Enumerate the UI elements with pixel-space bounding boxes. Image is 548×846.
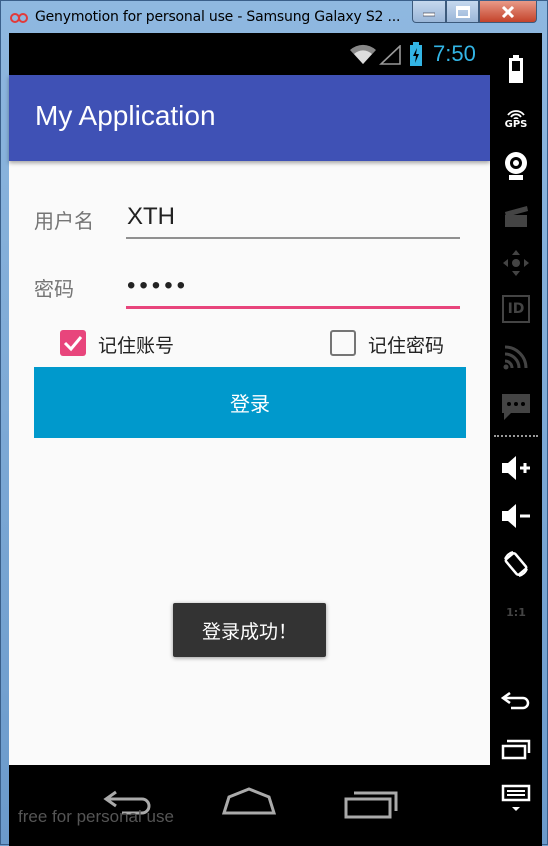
sidebar-divider: [494, 435, 538, 437]
battery-icon: [410, 42, 422, 66]
battery-icon[interactable]: [500, 53, 532, 85]
password-label: 密码: [34, 277, 74, 301]
scale-icon[interactable]: 1:1: [500, 596, 532, 628]
genymotion-logo-icon: [10, 13, 28, 23]
status-bar: 7:50: [9, 33, 490, 75]
password-input[interactable]: [126, 265, 460, 309]
sms-icon[interactable]: [500, 391, 532, 423]
emulator-sidebar: GPS ID 1:1: [490, 33, 542, 846]
rotate-icon[interactable]: [500, 548, 532, 580]
id-icon[interactable]: ID: [502, 295, 530, 323]
webcam-icon[interactable]: [500, 151, 532, 183]
maximize-button[interactable]: [446, 1, 479, 23]
dpad-icon[interactable]: [500, 247, 532, 279]
toast-message: 登录成功！: [173, 603, 326, 657]
recents-icon[interactable]: [500, 733, 532, 765]
id-label: ID: [507, 301, 525, 317]
recents-icon[interactable]: [344, 787, 400, 819]
minimize-icon: [423, 12, 435, 16]
close-icon: [501, 5, 515, 18]
gps-icon[interactable]: GPS: [500, 103, 532, 135]
remember-password-checkbox[interactable]: [330, 330, 356, 356]
window-titlebar[interactable]: Genymotion for personal use - Samsung Ga…: [1, 1, 548, 33]
status-clock: 7:50: [433, 41, 476, 66]
remember-password-label[interactable]: 记住密码: [368, 331, 444, 358]
remember-account-checkbox[interactable]: [60, 330, 86, 356]
username-input[interactable]: [126, 197, 460, 239]
username-label: 用户名: [34, 209, 94, 233]
menu-icon[interactable]: [500, 781, 532, 813]
device-frame: 7:50 My Application 用户名 密码 记住账号 记住密码 登录 …: [9, 33, 542, 846]
minimize-button[interactable]: [412, 1, 446, 23]
remember-account-label[interactable]: 记住账号: [98, 331, 174, 358]
watermark-text: free for personal use: [18, 807, 174, 826]
volume-down-icon[interactable]: [500, 500, 532, 532]
navigation-bar: free for personal use: [9, 765, 490, 846]
home-icon[interactable]: [221, 787, 277, 817]
close-button[interactable]: [479, 1, 537, 23]
signal-icon: [379, 45, 401, 65]
app-screen: My Application 用户名 密码 记住账号 记住密码 登录 登录成功！: [9, 75, 490, 765]
window-title: Genymotion for personal use - Samsung Ga…: [35, 9, 401, 25]
scale-label: 1:1: [506, 605, 526, 619]
wifi-icon: [350, 44, 376, 64]
maximize-icon: [455, 5, 470, 18]
volume-up-icon[interactable]: [500, 452, 532, 484]
app-bar: My Application: [9, 75, 490, 161]
checkmark-icon: [63, 336, 83, 352]
gps-label: GPS: [504, 118, 528, 130]
back-icon[interactable]: [500, 685, 532, 717]
cast-icon[interactable]: [500, 341, 532, 373]
clapper-icon[interactable]: [500, 199, 532, 231]
app-title: My Application: [35, 100, 216, 131]
emulator-window: Genymotion for personal use - Samsung Ga…: [0, 0, 548, 846]
login-button[interactable]: 登录: [34, 367, 466, 438]
